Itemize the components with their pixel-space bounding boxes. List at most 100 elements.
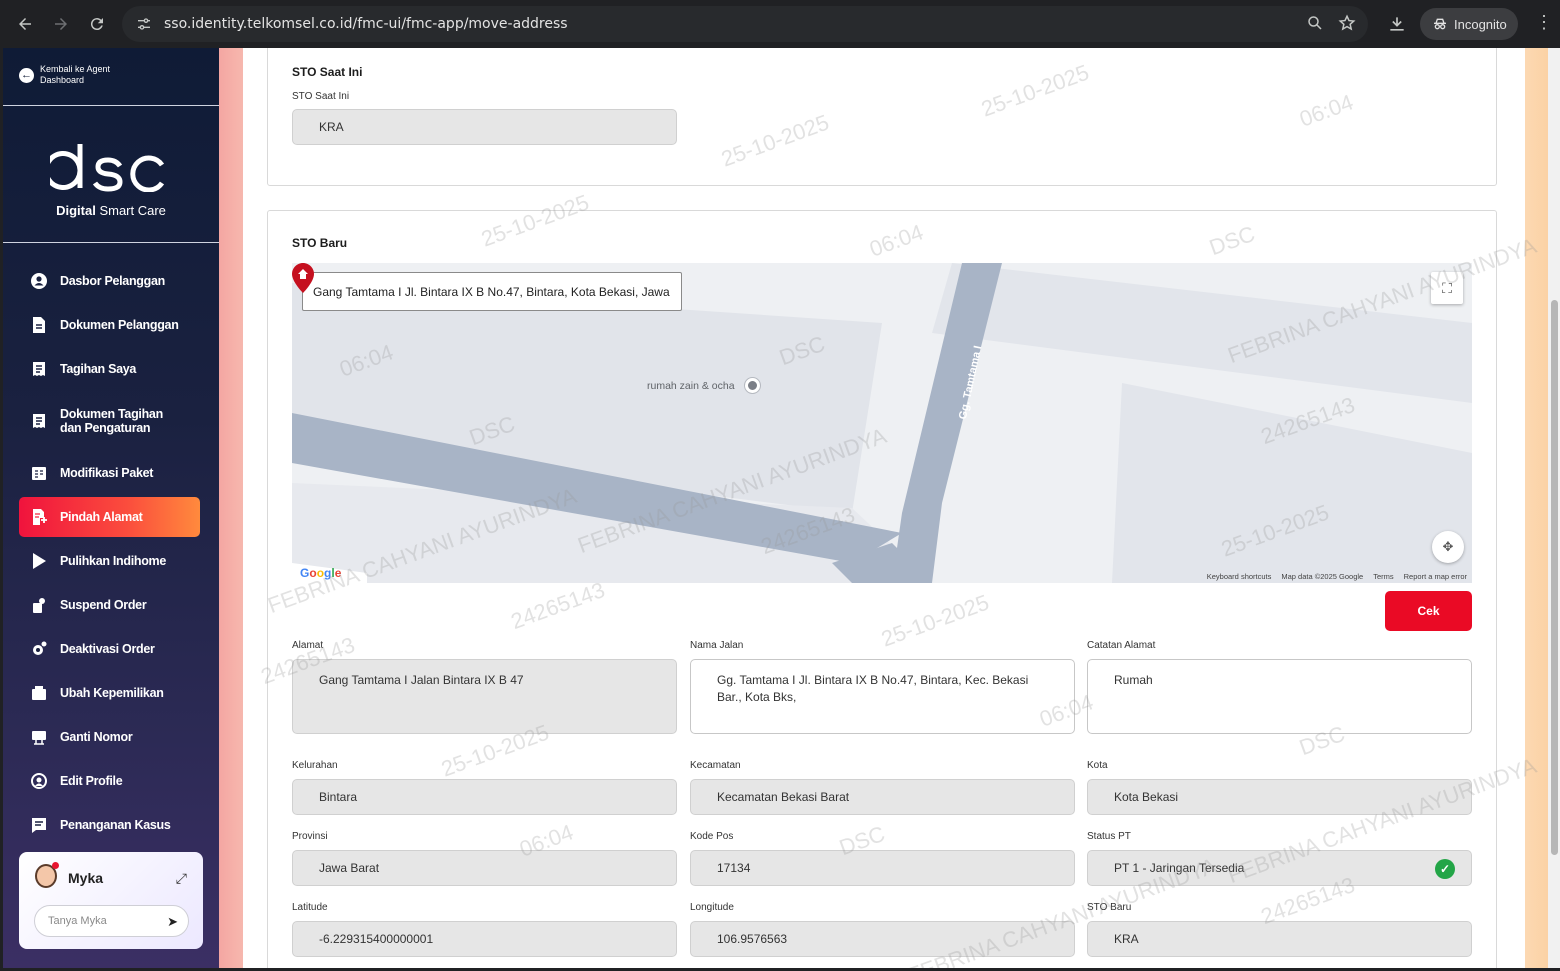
- fullscreen-icon[interactable]: ⛶: [1431, 272, 1463, 304]
- back-arrow-icon[interactable]: [7, 6, 43, 42]
- sidebar-item-dokumen-tagihan[interactable]: Dokumen Tagihan dan Pengaturan: [19, 391, 200, 451]
- sidebar-item-dokumen-pelanggan[interactable]: Dokumen Pelanggan: [19, 303, 200, 347]
- field-value: Kecamatan Bekasi Barat: [717, 790, 850, 804]
- address-bar[interactable]: sso.identity.telkomsel.co.id/fmc-ui/fmc-…: [122, 6, 1368, 42]
- sidebar-item-label: Penanganan Kasus: [60, 818, 171, 832]
- section-title: STO Baru: [292, 236, 348, 250]
- status-pt-field: PT 1 - Jaringan Tersedia ✓: [1087, 850, 1472, 886]
- field-label: Provinsi: [292, 831, 328, 842]
- sidebar-item-tagihan-saya[interactable]: Tagihan Saya: [19, 347, 200, 391]
- case-icon: [31, 817, 47, 833]
- back-label-line1: Kembali ke Agent: [40, 64, 111, 74]
- sidebar-item-ganti-nomor[interactable]: Ganti Nomor: [19, 715, 200, 759]
- sto-current-card: STO Saat Ini STO Saat Ini KRA: [267, 48, 1497, 186]
- brand-name: Digital Smart Care: [56, 203, 166, 218]
- site-settings-icon[interactable]: [136, 16, 152, 32]
- scrollbar-thumb[interactable]: [1551, 300, 1558, 855]
- package-edit-icon: [31, 465, 47, 481]
- sidebar-item-deaktivasi-order[interactable]: Deaktivasi Order: [19, 627, 200, 671]
- google-logo: Google: [300, 566, 342, 580]
- sidebar-item-ubah-kepemilikan[interactable]: Ubah Kepemilikan: [19, 671, 200, 715]
- longitude-field: 106.9576563: [690, 921, 1075, 957]
- map-data-text: Map data ©2025 Google: [1281, 572, 1364, 581]
- play-icon: [31, 553, 47, 569]
- field-value: 17134: [717, 861, 751, 875]
- suspend-icon: [31, 597, 47, 613]
- field-value: KRA: [1114, 932, 1139, 946]
- cek-button[interactable]: Cek: [1385, 591, 1472, 631]
- field-label: Alamat: [292, 640, 324, 651]
- document-icon: [31, 317, 47, 333]
- myka-placeholder: Tanya Myka: [48, 915, 107, 927]
- report-error-link[interactable]: Report a map error: [1404, 572, 1467, 581]
- terms-link[interactable]: Terms: [1373, 572, 1393, 581]
- location-pin-icon[interactable]: [292, 263, 314, 293]
- sidebar-item-suspend-order[interactable]: Suspend Order: [19, 583, 200, 627]
- download-icon[interactable]: [1387, 14, 1407, 34]
- field-value: Jawa Barat: [319, 861, 380, 875]
- dsc-logo-mark: [43, 144, 165, 193]
- sidebar-item-label: Ganti Nomor: [60, 730, 133, 744]
- provinsi-field: Jawa Barat: [292, 850, 677, 886]
- field-value: KRA: [319, 120, 344, 134]
- sidebar-item-label: Pindah Alamat: [60, 510, 143, 524]
- status-dot: [52, 862, 59, 869]
- field-label: Nama Jalan: [690, 640, 744, 651]
- catatan-alamat-textarea[interactable]: Rumah: [1087, 659, 1472, 734]
- sidebar-item-modifikasi-paket[interactable]: Modifikasi Paket: [19, 451, 200, 495]
- sim-icon: [31, 729, 47, 745]
- check-circle-icon: ✓: [1435, 859, 1455, 879]
- nama-jalan-textarea[interactable]: Gg. Tamtama I Jl. Bintara IX B No.47, Bi…: [690, 659, 1075, 734]
- kecamatan-field: Kecamatan Bekasi Barat: [690, 779, 1075, 815]
- back-to-dashboard-link[interactable]: ← Kembali ke Agent Dashboard: [19, 64, 110, 86]
- latitude-field: -6.229315400000001: [292, 921, 677, 957]
- location-map[interactable]: Gang Tamtama I Jl. Bintara IX B No.47, B…: [292, 263, 1472, 583]
- sidebar-item-label: Dokumen Pelanggan: [60, 318, 179, 332]
- sidebar-item-label: Modifikasi Paket: [60, 466, 154, 480]
- divider: [3, 242, 219, 243]
- incognito-label: Incognito: [1454, 16, 1507, 32]
- zoom-search-icon[interactable]: [1306, 14, 1324, 32]
- map-canvas: [292, 263, 1472, 583]
- kebab-menu-icon[interactable]: ⋮: [1535, 12, 1553, 33]
- poi-marker-icon[interactable]: [745, 378, 760, 393]
- kode-pos-field: 17134: [690, 850, 1075, 886]
- sidebar-item-label: Ubah Kepemilikan: [60, 686, 164, 700]
- field-value: -6.229315400000001: [319, 932, 434, 946]
- myka-chat-input[interactable]: Tanya Myka ➤: [34, 905, 189, 937]
- section-title: STO Saat Ini: [292, 65, 363, 79]
- reload-icon[interactable]: [79, 6, 115, 42]
- bookmark-star-icon[interactable]: [1338, 14, 1356, 32]
- field-value: Kota Bekasi: [1114, 790, 1179, 804]
- incognito-indicator[interactable]: Incognito: [1420, 8, 1518, 40]
- field-label: STO Baru: [1087, 902, 1132, 913]
- sidebar-item-dasbor-pelanggan[interactable]: Dasbor Pelanggan: [19, 259, 200, 303]
- dsc-logo: Digital Smart Care: [3, 130, 219, 218]
- pan-control-icon[interactable]: ✥: [1432, 531, 1464, 563]
- sidebar-item-penanganan-kasus[interactable]: Penanganan Kasus: [19, 803, 200, 847]
- field-label: Status PT: [1087, 831, 1131, 842]
- alamat-field: Gang Tamtama I Jalan Bintara IX B 47: [292, 659, 677, 734]
- forward-arrow-icon[interactable]: [43, 6, 79, 42]
- sidebar-item-label: Suspend Order: [60, 598, 147, 612]
- back-label-line2: Dashboard: [40, 75, 85, 85]
- field-value: 106.9576563: [717, 932, 788, 946]
- sidebar-item-pulihkan-indihome[interactable]: Pulihkan Indihome: [19, 539, 200, 583]
- sidebar-item-edit-profile[interactable]: Edit Profile: [19, 759, 200, 803]
- field-value: PT 1 - Jaringan Tersedia: [1114, 861, 1245, 875]
- expand-icon[interactable]: ⤢: [176, 870, 187, 887]
- map-search-input[interactable]: Gang Tamtama I Jl. Bintara IX B No.47, B…: [302, 272, 682, 311]
- keyboard-shortcuts-link[interactable]: Keyboard shortcuts: [1207, 572, 1272, 581]
- bill-settings-icon: [31, 413, 47, 429]
- sidebar-item-pindah-alamat[interactable]: Pindah Alamat: [19, 497, 200, 537]
- sidebar-item-label: Pulihkan Indihome: [60, 554, 167, 568]
- map-poi-label: rumah zain & ocha: [647, 380, 735, 392]
- page: ← Kembali ke Agent Dashboard Digital Sma…: [3, 48, 1548, 968]
- sidebar-item-label: Edit Profile: [60, 774, 123, 788]
- field-label: Kota: [1087, 760, 1108, 771]
- field-label: STO Saat Ini: [292, 91, 350, 102]
- send-icon[interactable]: ➤: [167, 914, 178, 930]
- arrow-left-icon: ←: [19, 67, 34, 83]
- field-label: Kecamatan: [690, 760, 741, 771]
- sidebar-item-label: Deaktivasi Order: [60, 642, 155, 656]
